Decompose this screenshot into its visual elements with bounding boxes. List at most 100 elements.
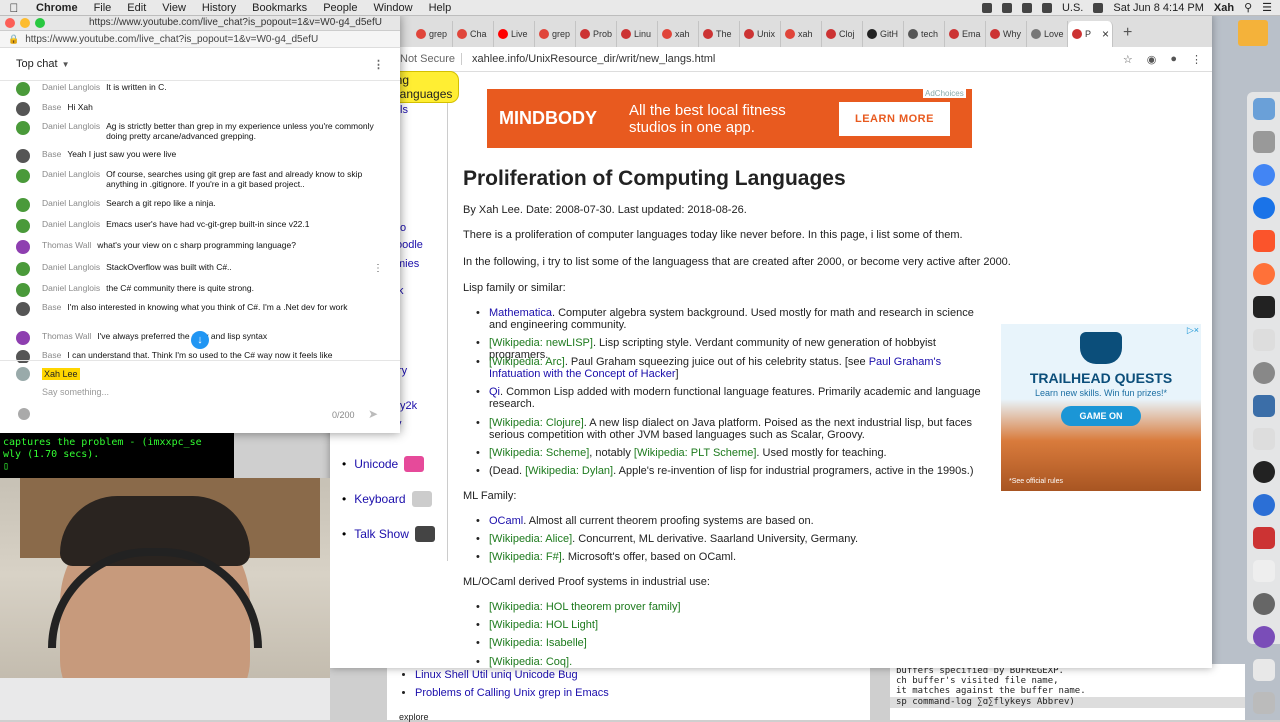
tab-the[interactable]: The — [699, 21, 740, 47]
nav-item-talk-show[interactable]: Talk Show — [342, 516, 435, 551]
tab-unix[interactable]: Unix — [740, 21, 781, 47]
mindbody-ad[interactable]: MINDBODY All the best local fitness stud… — [487, 89, 972, 148]
close-window-icon[interactable] — [5, 17, 15, 28]
security-indicator[interactable]: Not Secure — [400, 53, 463, 65]
menu-view[interactable]: View — [154, 2, 194, 14]
globe-icon[interactable] — [1252, 494, 1275, 516]
nav-fragment[interactable]: o — [400, 222, 406, 234]
tab-xah[interactable]: xah — [658, 21, 699, 47]
new-tab-button[interactable]: + — [1113, 24, 1142, 47]
nav-fragment[interactable]: oodle — [396, 239, 423, 251]
menu-help[interactable]: Help — [421, 2, 460, 14]
nav-fragment[interactable]: y2k — [400, 400, 417, 412]
address-bar[interactable]: xahlee.info/UnixResource_dir/writ/new_la… — [472, 53, 715, 65]
chevron-down-icon[interactable]: ▼ — [62, 60, 70, 69]
list-item: OCaml. Almost all current theorem proofi… — [476, 515, 989, 527]
emacs-window[interactable]: buffers specified by BUFREGEXP. ch buffe… — [890, 664, 1245, 720]
chrome-icon[interactable] — [1252, 164, 1275, 186]
message-menu-icon[interactable]: ⋮ — [373, 263, 383, 274]
obs-icon[interactable] — [1252, 461, 1275, 483]
menu-edit[interactable]: Edit — [119, 2, 154, 14]
firefox-icon[interactable] — [1252, 263, 1275, 285]
tab-chat[interactable]: Cha — [453, 21, 494, 47]
menu-people[interactable]: People — [315, 2, 365, 14]
clock[interactable]: Sat Jun 8 4:14 PM — [1113, 2, 1204, 14]
tab-github[interactable]: GitH — [863, 21, 904, 47]
lock-icon[interactable]: 🔒 — [8, 34, 19, 45]
user-menu[interactable]: Xah — [1214, 2, 1234, 14]
learn-more-button[interactable]: LEARN MORE — [839, 101, 950, 136]
github-status-icon[interactable] — [981, 2, 992, 13]
emacs-icon[interactable] — [1252, 626, 1275, 648]
terminal-window[interactable]: captures the problem - (imxxpc_se wly (1… — [0, 433, 234, 478]
volume-icon[interactable] — [1041, 2, 1052, 13]
wifi-icon[interactable] — [1021, 2, 1032, 13]
menu-history[interactable]: History — [194, 2, 244, 14]
camera-icon[interactable] — [1252, 593, 1275, 615]
tab-grep-2[interactable]: grep — [535, 21, 576, 47]
zoom-window-icon[interactable] — [35, 17, 45, 28]
textedit-icon[interactable] — [1252, 329, 1275, 351]
top-chat-dropdown[interactable]: Top chat — [16, 58, 58, 70]
nav-item-keyboard[interactable]: Keyboard — [342, 481, 435, 516]
chrome-menu-icon[interactable]: ⋮ — [1191, 53, 1202, 66]
document-icon[interactable] — [1252, 560, 1275, 582]
close-tab-icon[interactable]: × — [1102, 27, 1112, 41]
trash-icon[interactable] — [1252, 692, 1275, 714]
airplay-icon[interactable] — [1001, 2, 1012, 13]
bookmark-star-icon[interactable]: ☆ — [1123, 53, 1133, 66]
notes-icon[interactable] — [1252, 428, 1275, 450]
minimize-window-icon[interactable] — [20, 17, 30, 28]
desktop-folder-icon[interactable] — [1238, 20, 1268, 46]
tab-live[interactable]: Live — [494, 21, 535, 47]
terminal-icon[interactable] — [1252, 296, 1275, 318]
tab-xah-2[interactable]: xah — [781, 21, 822, 47]
chat-url[interactable]: https://www.youtube.com/live_chat?is_pop… — [25, 34, 318, 45]
battery-icon[interactable] — [1093, 2, 1104, 13]
adchoices-label[interactable]: AdChoices — [923, 89, 966, 98]
settings-gear-icon[interactable] — [1252, 362, 1275, 384]
ad-close-icon[interactable]: ▷× — [1187, 325, 1199, 336]
apple-menu-icon[interactable]:  — [0, 1, 28, 15]
tab-love[interactable]: Love — [1027, 21, 1068, 47]
tab-ema[interactable]: Ema — [945, 21, 986, 47]
menu-bookmarks[interactable]: Bookmarks — [244, 2, 315, 14]
emoji-icon[interactable] — [18, 408, 30, 420]
trailhead-ad[interactable]: ▷× TRAILHEAD QUESTS Learn new skills. Wi… — [1001, 324, 1201, 491]
safari-icon[interactable] — [1252, 197, 1275, 219]
photo-booth-icon[interactable] — [1252, 527, 1275, 549]
tab-why[interactable]: Why — [986, 21, 1027, 47]
nav-fragment[interactable]: ls — [400, 104, 408, 116]
game-on-button[interactable]: GAME ON — [1061, 406, 1141, 426]
section-heading-lisp: Lisp family or similar: — [463, 282, 566, 294]
nav-item-unicode[interactable]: Unicode — [342, 446, 435, 481]
downloads-icon[interactable] — [1252, 659, 1275, 681]
tab-active[interactable]: P × — [1068, 21, 1113, 47]
finder-icon[interactable] — [1252, 98, 1275, 120]
chat-message-input[interactable]: Say something... — [42, 387, 109, 397]
tab-prob[interactable]: Prob — [576, 21, 617, 47]
related-link-item[interactable]: Problems of Calling Unix grep in Emacs — [415, 687, 609, 705]
menu-chrome[interactable]: Chrome — [28, 2, 86, 14]
streamer-shirt — [0, 678, 330, 720]
input-source[interactable]: U.S. — [1062, 2, 1083, 14]
send-icon[interactable]: ➤ — [368, 407, 378, 421]
ad-text: All the best local fitness studios in on… — [629, 101, 786, 136]
tab-linu[interactable]: Linu — [617, 21, 658, 47]
menu-list-icon[interactable]: ☰ — [1262, 1, 1272, 14]
tab-grep[interactable]: grep — [412, 21, 453, 47]
tab-tech[interactable]: tech — [904, 21, 945, 47]
profile-icon[interactable]: ● — [1170, 53, 1177, 66]
spotlight-icon[interactable]: ⚲ — [1244, 1, 1252, 14]
menu-window[interactable]: Window — [365, 2, 420, 14]
extension-icon[interactable]: ◉ — [1147, 53, 1157, 66]
tab-cloj[interactable]: Cloj — [822, 21, 863, 47]
chat-menu-icon[interactable]: ⋮ — [373, 58, 384, 71]
system-preferences-icon[interactable] — [1252, 131, 1275, 153]
scroll-down-button[interactable]: ↓ — [191, 331, 209, 349]
activity-monitor-icon[interactable] — [1252, 395, 1275, 417]
brave-icon[interactable] — [1252, 230, 1275, 252]
menu-file[interactable]: File — [86, 2, 120, 14]
chat-message-list[interactable]: Daniel Langlois It is written in C. Base H… — [0, 81, 400, 363]
related-link-item[interactable]: Linux Shell Util uniq Unicode Bug — [415, 669, 609, 687]
